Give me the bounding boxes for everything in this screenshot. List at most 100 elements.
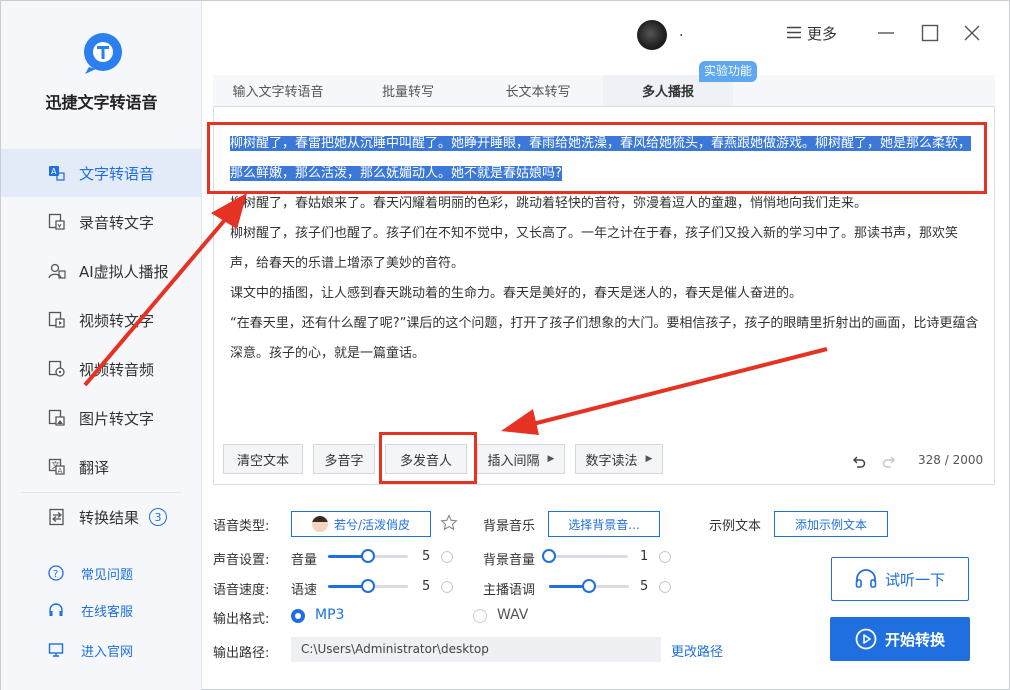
volume-value: 5 (422, 549, 431, 564)
translate-icon: 文A (47, 457, 67, 477)
wav-radio[interactable] (473, 609, 487, 623)
image-to-text-icon (47, 408, 67, 428)
bg-volume-slider[interactable] (542, 549, 628, 563)
output-path-label: 输出路径: (213, 646, 270, 661)
sidebar-item-recording-to-text[interactable]: 录音转文字 (1, 198, 202, 246)
reset-speed-icon[interactable] (441, 581, 453, 593)
voice-value: 若兮/活泼俏皮 (333, 517, 411, 532)
svg-text:A: A (51, 167, 57, 176)
sidebar-item-image-to-text[interactable]: 图片转文字 (1, 394, 202, 442)
hamburger-icon (787, 25, 801, 43)
voice-type-label: 语音类型: (213, 519, 270, 534)
sidebar-item-results[interactable]: 转换结果 3 (1, 493, 202, 541)
video-to-text-icon (47, 310, 67, 330)
experimental-badge: 实验功能 (699, 61, 758, 82)
text-editor[interactable]: 柳树醒了，春雷把她从沉睡中叫醒了。她睁开睡眼，春雨给她洗澡，春风给她梳头，春燕跟… (213, 107, 995, 485)
reset-bg-volume-icon[interactable] (659, 551, 671, 563)
multi-speaker-label: 多发音人 (399, 453, 452, 469)
bg-volume-label: 背景音量 (483, 553, 536, 568)
reset-tone-icon[interactable] (659, 581, 671, 593)
speed-slider[interactable] (328, 579, 408, 593)
slider-knob[interactable] (542, 549, 556, 563)
mp3-label: MP3 (315, 607, 345, 623)
sidebar-item-label: 图片转文字 (79, 409, 155, 428)
maximize-icon[interactable] (921, 24, 939, 42)
polyphone-button[interactable]: 多音字 (313, 444, 375, 474)
sidebar-item-video-to-text[interactable]: 视频转文字 (1, 296, 202, 344)
more-label: 更多 (807, 25, 838, 43)
minimize-icon[interactable] (877, 24, 895, 42)
sidebar-item-label: AI虚拟人播报 (79, 262, 169, 281)
tone-slider[interactable] (549, 579, 629, 593)
sidebar-item-ai-avatar[interactable]: AI虚拟人播报 (1, 247, 202, 295)
tab-long-text[interactable]: 长文本转写 (473, 75, 603, 106)
sidebar-item-translate[interactable]: 文A 翻译 (1, 443, 202, 491)
triangle-right-icon: ▶ (547, 454, 555, 464)
start-convert-button[interactable]: 开始转换 (830, 617, 970, 661)
username: . (679, 24, 684, 40)
change-path-link[interactable]: 更改路径 (671, 641, 723, 660)
voice-select-button[interactable]: 若兮/活泼俏皮 (291, 511, 431, 537)
clear-text-button[interactable]: 清空文本 (223, 444, 303, 474)
sidebar-item-label: 翻译 (79, 458, 110, 477)
volume-label: 音量 (291, 553, 318, 568)
selected-text: 柳树醒了，春雷把她从沉睡中叫醒了。她睁开睡眼，春雨给她洗澡，春风给她梳头，春燕跟… (230, 136, 972, 181)
speech-speed-label: 语音速度: (213, 583, 270, 598)
bg-volume-value: 1 (640, 549, 649, 564)
tone-value: 5 (640, 579, 649, 594)
add-example-text-button[interactable]: 添加示例文本 (774, 511, 888, 537)
more-menu-button[interactable]: 更多 (787, 23, 837, 44)
app-name: 迅捷文字转语音 (45, 93, 158, 112)
output-format-label: 输出格式: (213, 612, 270, 627)
example-text-label: 示例文本 (709, 519, 762, 534)
recording-to-text-icon (47, 212, 67, 232)
sidebar-item-video-to-audio[interactable]: 视频转音频 (1, 345, 202, 393)
sidebar-item-label: 录音转文字 (79, 213, 155, 232)
insert-pause-label: 插入间隔 (487, 453, 540, 469)
preview-label: 试听一下 (884, 570, 945, 589)
sidebar-item-label: 转换结果 (79, 508, 140, 527)
insert-pause-button[interactable]: 插入间隔 ▶ (477, 444, 565, 474)
text-content[interactable]: 柳树醒了，春雷把她从沉睡中叫醒了。她睁开睡眼，春雨给她洗澡，春风给她梳头，春燕跟… (230, 129, 980, 369)
tab-text-input[interactable]: 输入文字转语音 (213, 75, 343, 106)
choose-bg-music-button[interactable]: 选择背景音... (548, 511, 660, 537)
reset-volume-icon[interactable] (441, 551, 453, 563)
number-reading-label: 数字读法 (585, 453, 638, 469)
slider-knob[interactable] (582, 579, 596, 593)
speed-value: 5 (422, 579, 431, 594)
output-path-field[interactable]: C:\Users\Administrator\desktop (291, 637, 661, 662)
undo-icon[interactable] (851, 453, 867, 469)
ai-avatar-icon (47, 261, 67, 281)
close-icon[interactable] (963, 24, 981, 42)
number-reading-button[interactable]: 数字读法 ▶ (575, 444, 663, 474)
online-support-link[interactable]: 在线客服 (1, 595, 202, 625)
star-icon[interactable] (440, 514, 458, 532)
avatar[interactable] (637, 20, 667, 50)
svg-text:A: A (58, 467, 63, 475)
polyphone-label: 多音字 (324, 453, 364, 469)
mp3-radio[interactable] (291, 609, 305, 623)
video-to-audio-icon (47, 359, 67, 379)
multi-speaker-button[interactable]: 多发音人 (385, 444, 467, 474)
headset-icon (47, 601, 65, 619)
preview-button[interactable]: 试听一下 (831, 557, 969, 601)
tab-batch[interactable]: 批量转写 (343, 75, 473, 106)
results-icon (47, 507, 67, 527)
sidebar-item-label: 文字转语音 (79, 164, 155, 183)
faq-link[interactable]: ? 常见问题 (1, 558, 202, 588)
volume-slider[interactable] (328, 549, 408, 563)
start-convert-label: 开始转换 (884, 630, 945, 649)
sidebar-item-text-to-speech[interactable]: A 文字转语音 (1, 149, 202, 197)
sidebar: 迅捷文字转语音 A 文字转语音 录音转文字 AI虚拟人播报 视频转文字 视频转音… (1, 1, 202, 690)
question-icon: ? (47, 564, 65, 582)
app-logo-icon (84, 33, 122, 74)
monitor-icon (47, 641, 65, 659)
sidebar-item-label: 视频转文字 (79, 311, 155, 330)
slider-knob[interactable] (361, 579, 375, 593)
redo-icon[interactable] (881, 453, 897, 469)
triangle-right-icon: ▶ (645, 454, 653, 464)
paragraph: 柳树醒了，孩子们也醒了。孩子们在不知不觉中，又长高了。一年之计在于春，孩子们又投… (230, 226, 959, 271)
slider-knob[interactable] (361, 549, 375, 563)
official-site-link[interactable]: 进入官网 (1, 635, 202, 665)
play-circle-icon (855, 628, 877, 650)
